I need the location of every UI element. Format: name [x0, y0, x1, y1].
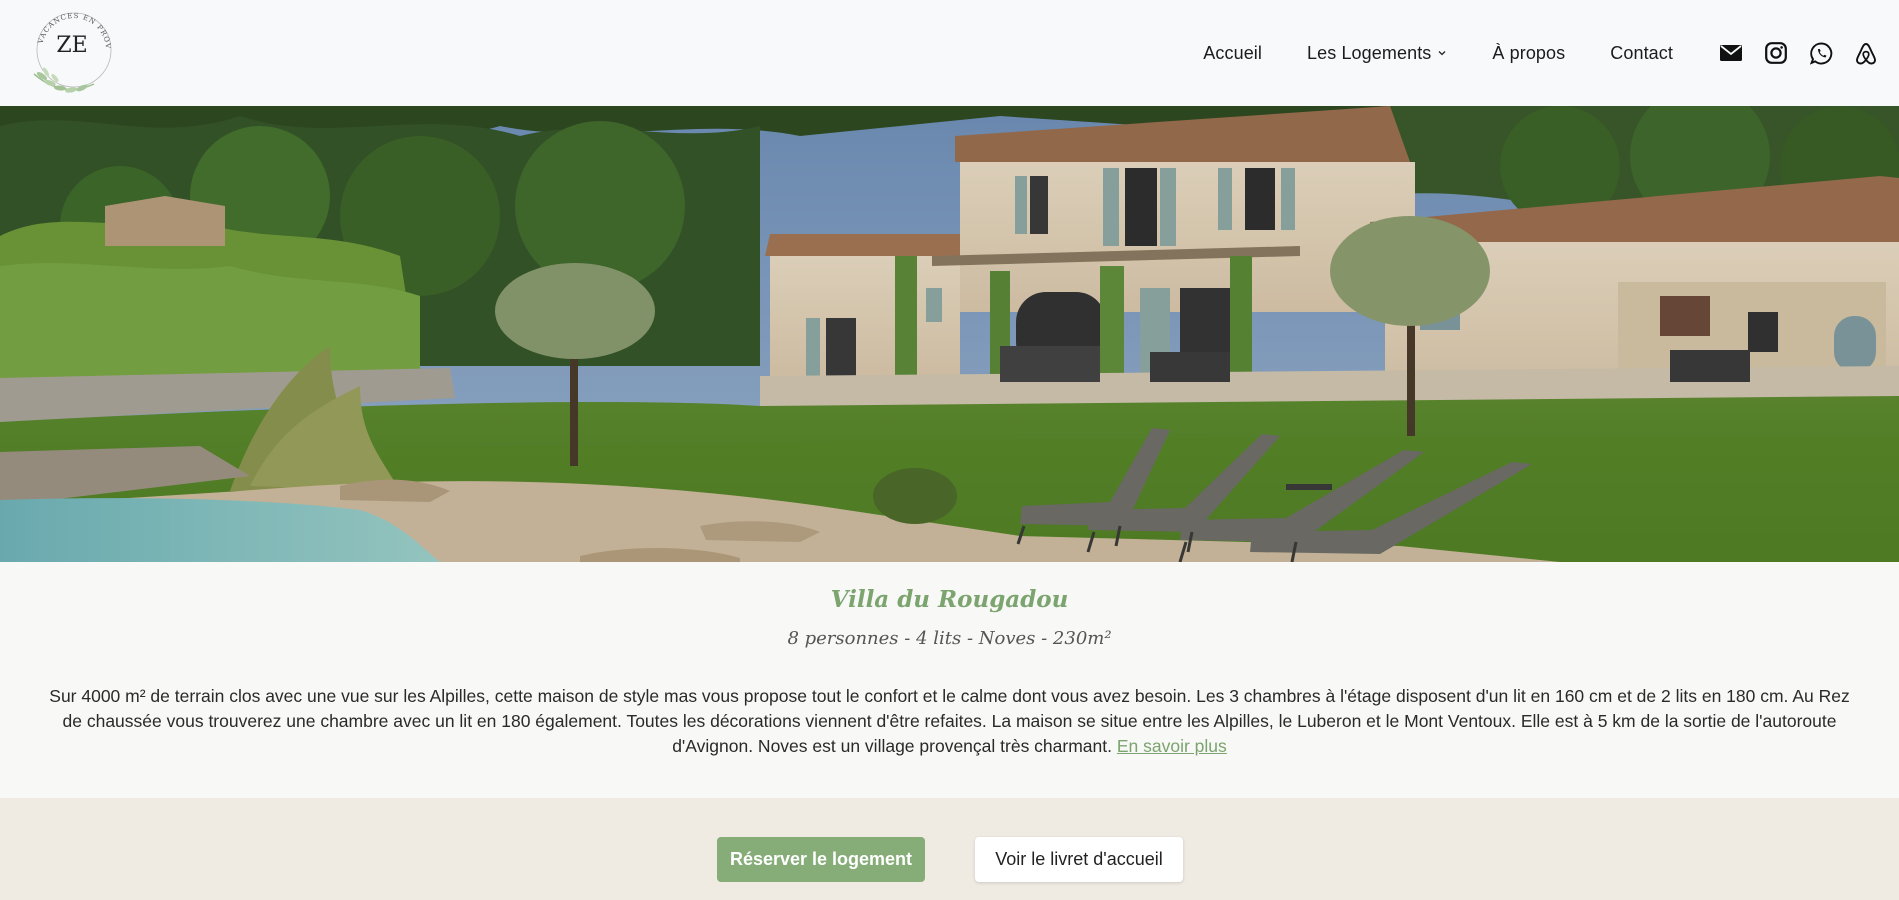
- instagram-icon[interactable]: [1763, 40, 1789, 66]
- mail-icon[interactable]: [1718, 40, 1744, 66]
- nav-item-accueil[interactable]: Accueil: [1203, 43, 1262, 64]
- site-header: VACANCES EN PROVENCE ZE Accueil Les Loge…: [0, 0, 1899, 106]
- social-links: [1718, 40, 1879, 66]
- site-logo[interactable]: VACANCES EN PROVENCE ZE: [24, 0, 118, 96]
- book-button[interactable]: Réserver le logement: [717, 837, 925, 882]
- nav-item-a-propos[interactable]: À propos: [1492, 43, 1565, 64]
- logo-monogram: ZE: [56, 33, 87, 58]
- logo-emblem: VACANCES EN PROVENCE ZE: [24, 0, 112, 93]
- listing-subtitle: 8 personnes - 4 lits - Noves - 230m²: [787, 628, 1112, 649]
- action-band: Réserver le logement Voir le livret d'ac…: [0, 798, 1899, 900]
- more-info-link[interactable]: En savoir plus: [1117, 736, 1227, 756]
- listing-description: Sur 4000 m² de terrain clos avec une vue…: [38, 684, 1861, 759]
- nav-item-logements[interactable]: Les Logements: [1307, 43, 1447, 64]
- chevron-down-icon: [1438, 51, 1446, 56]
- listing-description-text: Sur 4000 m² de terrain clos avec une vue…: [49, 686, 1850, 756]
- nav-item-contact[interactable]: Contact: [1610, 43, 1673, 64]
- main-nav: Accueil Les Logements À propos Contact: [1203, 0, 1899, 106]
- hero-villa-photo: [0, 106, 1899, 562]
- whatsapp-icon[interactable]: [1808, 40, 1834, 66]
- listing-title: Villa du Rougadou: [830, 586, 1069, 613]
- guide-button[interactable]: Voir le livret d'accueil: [975, 837, 1183, 882]
- airbnb-icon[interactable]: [1853, 40, 1879, 66]
- listing-section: Villa du Rougadou 8 personnes - 4 lits -…: [0, 562, 1899, 798]
- nav-item-logements-label: Les Logements: [1307, 42, 1432, 63]
